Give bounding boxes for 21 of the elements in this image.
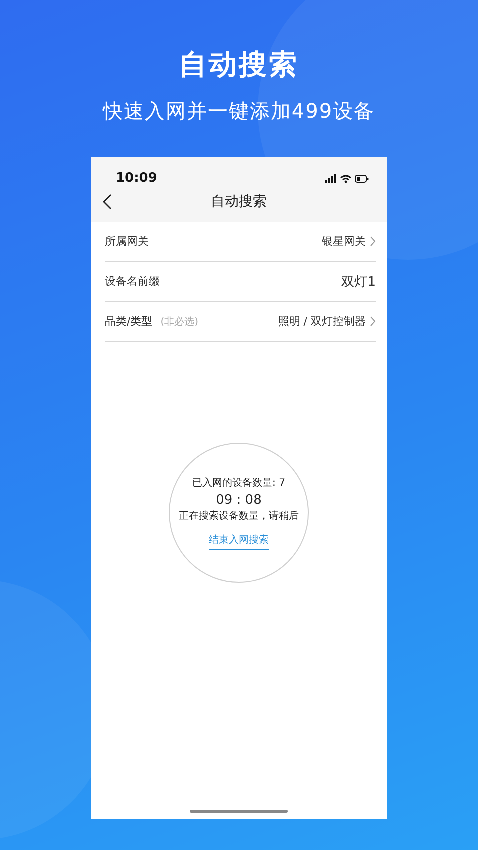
back-icon[interactable] [103,194,112,210]
row-value: 双灯1 [342,274,376,290]
settings-row[interactable]: 所属网关 银星网关 [105,222,376,262]
subtitle: 快速入网并一键添加499设备 [102,98,376,125]
screen-title: 自动搜索 [210,193,268,211]
search-status: 正在搜索设备数量，请稍后 [179,510,299,523]
row-value: 银星网关 [322,234,366,249]
device-count: 已入网的设备数量: 7 [192,476,286,490]
row-label: 设备名前缀 [105,274,160,289]
row-value: 照明 / 双灯控制器 [278,314,366,329]
row-label: 所属网关 [105,234,149,249]
headline: 自动搜索 [179,47,299,83]
settings-row[interactable]: 品类/类型 (非必选) 照明 / 双灯控制器 [105,302,376,342]
stop-search-link[interactable]: 结束入网搜索 [209,533,269,550]
status-icons [325,174,369,184]
chevron-icon [370,236,376,247]
status-time: 10:09 [116,171,158,186]
chevron-icon [370,316,376,327]
row-hint: (非必选) [160,316,199,329]
search-timer: 09 : 08 [216,493,262,508]
row-label: 品类/类型 [105,314,153,329]
